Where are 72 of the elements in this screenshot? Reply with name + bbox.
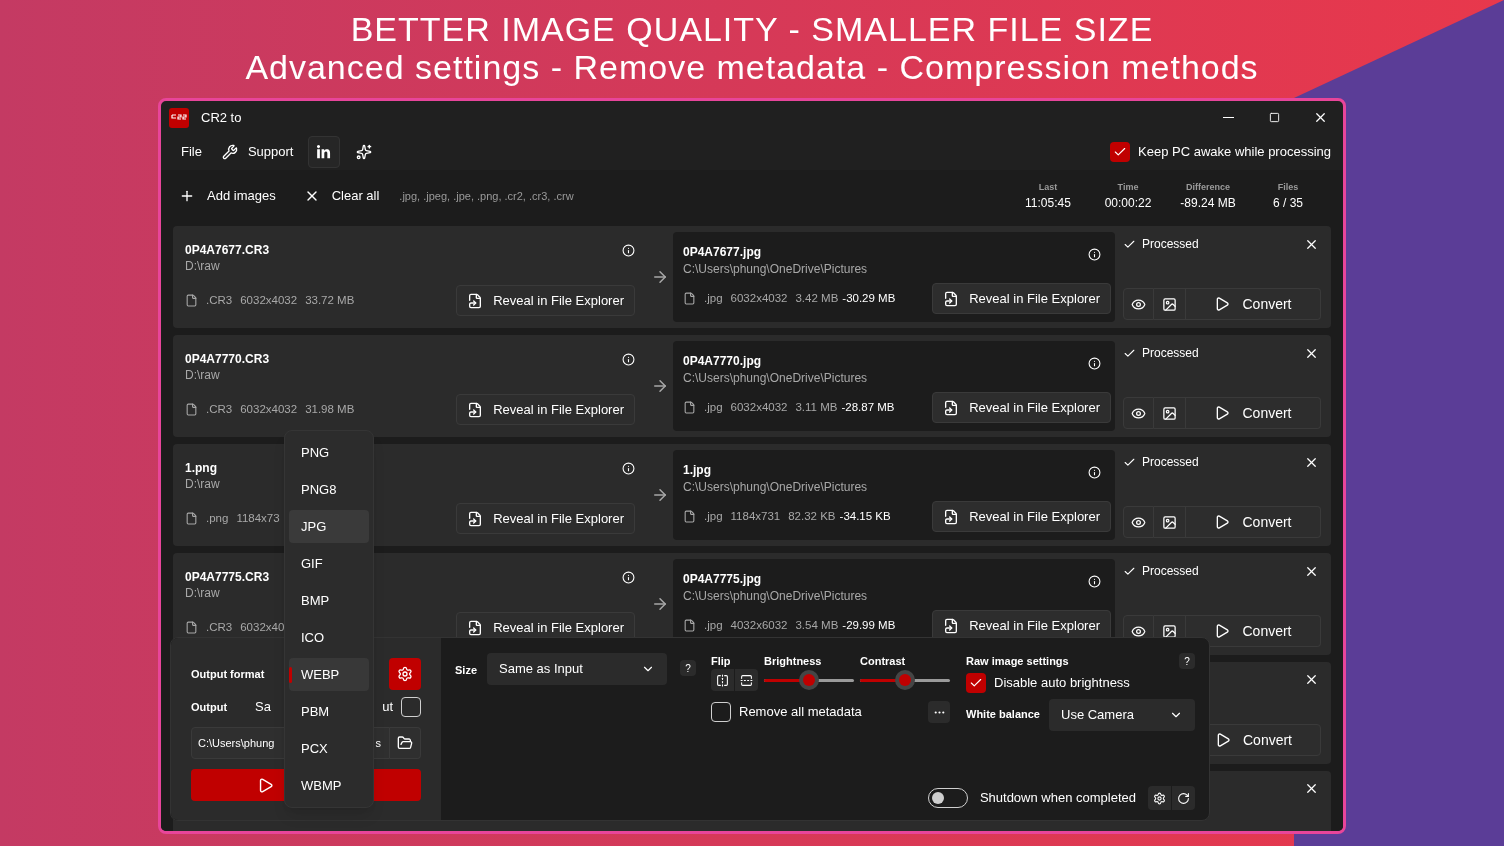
window-title: CR2 to [201, 108, 242, 127]
folder-path: D:\raw [185, 367, 220, 383]
file-extension: .jpg [704, 617, 723, 633]
file-dimensions: 4032x6032 [730, 617, 788, 633]
checkbox-label: Disable auto brightness [994, 673, 1130, 692]
file-dimensions: 6032x4032 [730, 399, 788, 415]
stat-value: 6 / 35 [1273, 194, 1303, 211]
same-as-input-label: Sa [255, 698, 271, 717]
stat-value: 00:00:22 [1104, 194, 1152, 211]
status-label: Processed [1142, 345, 1199, 361]
status-label: Processed [1142, 563, 1199, 579]
file-extension: .CR3 [206, 619, 233, 635]
folder-path: C:\Users\phung\OneDrive\Pictures [683, 261, 868, 277]
file-name: 0P4A7775.CR3 [185, 569, 270, 585]
slider-label: Contrast [860, 654, 906, 669]
file-extension: .jpg [704, 399, 723, 415]
toggle-label: Shutdown when completed [979, 789, 1136, 808]
file-size: 3.54 MB [795, 617, 839, 633]
stat-value: 11:05:45 [1025, 194, 1071, 211]
stat-label: Last [1038, 181, 1058, 195]
stat-value: -89.24 MB [1180, 194, 1236, 211]
output-label: Output [191, 699, 229, 715]
checkbox-label: Keep PC awake while processing [1138, 143, 1331, 162]
file-dimensions: 1184x731 [730, 508, 781, 524]
slider-label: Brightness [764, 654, 822, 669]
same-as-input-label: ut [382, 698, 393, 717]
file-name: 0P4A7770.jpg [683, 353, 762, 369]
status-label: Processed [1142, 236, 1199, 252]
headline: BETTER IMAGE QUALITY - SMALLER FILE SIZE [350, 10, 1154, 48]
file-dimensions: 6032x4032 [730, 290, 788, 306]
folder-path: D:\raw [185, 476, 220, 492]
flip-label: Flip [711, 654, 731, 669]
stat-label: Difference [1186, 181, 1230, 195]
size-difference: -28.87 MB [841, 399, 895, 415]
size-difference: -34.15 KB [839, 508, 891, 524]
checkbox-label: Remove all metadata [739, 703, 862, 722]
file-extension: .png [206, 510, 229, 526]
file-name: 1.jpg [683, 462, 711, 478]
file-extension: .jpg [704, 290, 723, 306]
folder-path: C:\Users\phung\OneDrive\Pictures [683, 479, 868, 495]
file-name: 0P4A7770.CR3 [185, 351, 270, 367]
file-extension: .CR3 [206, 292, 233, 308]
folder-path: C:\Users\phung\OneDrive\Pictures [683, 370, 868, 386]
raw-settings-title: Raw image settings [966, 654, 1069, 669]
output-format-label: Output format [191, 666, 265, 682]
folder-path: C:\Users\phung\OneDrive\Pictures [683, 588, 868, 604]
folder-path: D:\raw [185, 258, 220, 274]
file-dimensions: 6032x4032 [240, 292, 298, 308]
balance-label: White balance [966, 707, 1040, 723]
file-size: 3.42 MB [795, 290, 839, 306]
size-label: Size [455, 663, 478, 678]
file-size: 31.98 MB [305, 401, 355, 417]
file-dimensions: 1184x73 [236, 510, 280, 526]
size-difference: -30.29 MB [842, 290, 896, 306]
file-extension: .CR3 [206, 401, 233, 417]
file-extension: .jpg [704, 508, 723, 524]
file-size: 3.11 MB [795, 399, 838, 415]
file-size: 82.32 KB [788, 508, 836, 524]
size-difference: -29.99 MB [842, 617, 896, 633]
file-size: 33.72 MB [305, 292, 355, 308]
supported-extensions: .jpg, .jpeg, .jpe, .png, .cr2, .cr3, .crw [399, 188, 574, 204]
file-name: 0P4A7677.jpg [683, 244, 762, 260]
headline: Advanced settings - Remove metadata - Compression methods [245, 48, 1259, 86]
stat-label: Files [1277, 181, 1299, 195]
stat-label: Time [1117, 181, 1139, 195]
file-name: 0P4A7775.jpg [683, 571, 762, 587]
file-dimensions: 6032x40 [240, 619, 285, 635]
folder-path: D:\raw [185, 585, 220, 601]
file-name: 0P4A7677.CR3 [185, 242, 270, 258]
file-name: 1.png [185, 460, 217, 476]
status-label: Processed [1142, 454, 1199, 470]
file-dimensions: 6032x4032 [240, 401, 298, 417]
